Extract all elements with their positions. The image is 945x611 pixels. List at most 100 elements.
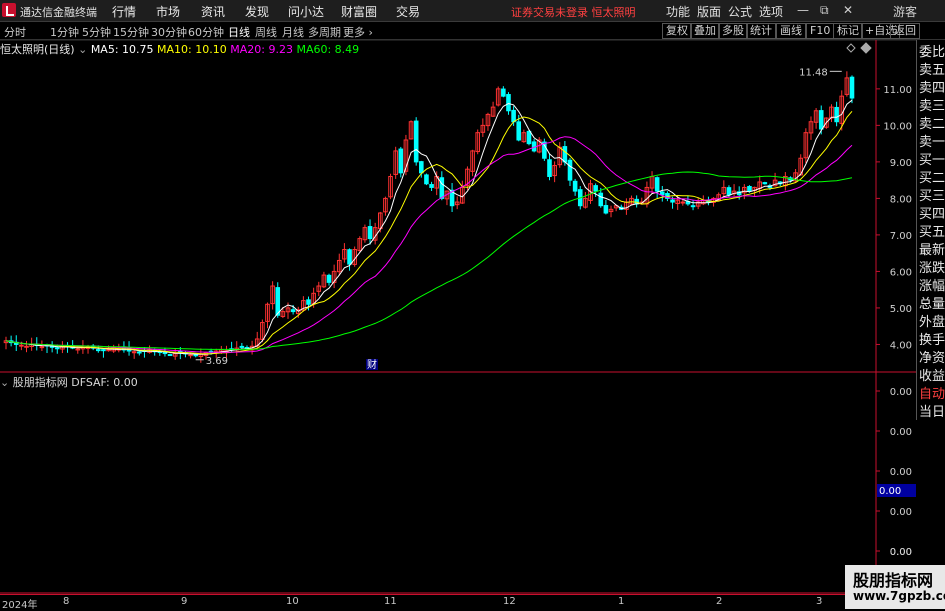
side-sell1[interactable]: 卖一 [919,134,945,152]
watermark-url: www.7gpzb.com [853,589,945,603]
side-buy2[interactable]: 买二 [919,170,945,188]
side-weibi[interactable]: 委比 [919,44,945,62]
side-outer[interactable]: 外盘 [919,314,945,332]
candle-body [429,184,434,188]
side-latest[interactable]: 最新 [919,242,945,260]
candle-body [137,351,142,354]
side-sell4[interactable]: 卖四 [919,80,945,98]
side-buy1[interactable]: 买一 [919,152,945,170]
candle-body [670,199,675,203]
candle-body [439,177,445,199]
candle-body [603,205,609,214]
sub-tick-label: 0.00 [890,387,912,398]
candle-body [424,174,429,185]
side-change-pct[interactable]: 涨幅 [919,278,945,296]
side-volume[interactable]: 总量 [919,296,945,314]
time-label: 2 [716,596,723,607]
candle-body [593,185,598,192]
quote-side-panel: 委比 卖五 卖四 卖三 卖二 卖一 买一 买二 买三 买四 买五 最新 涨跌 涨… [916,40,945,420]
ma10-line [5,110,853,355]
sub-indicator-header: ⌄ 股朋指标网 DFSAF: 0.00 [0,374,138,390]
side-netasset[interactable]: 净资 [919,350,945,368]
time-label: 3 [816,596,823,607]
settings-icon [860,42,872,54]
side-earnings[interactable]: 收益 [919,368,945,386]
ma60-line [5,171,853,350]
candle-body [54,347,60,350]
watermark: 股朋指标网 www.7gpzb.com [845,565,945,609]
candle-body [419,161,424,174]
side-sell5[interactable]: 卖五 [919,62,945,80]
ma5-line [5,99,853,355]
price-tick-label: 4.00 [890,340,912,351]
candle-body [131,351,137,354]
side-sell2[interactable]: 卖二 [919,116,945,134]
candle-body [762,182,768,185]
time-label: 10 [286,596,299,607]
time-label: 9 [181,596,188,607]
candle-body [367,226,373,240]
price-tick-label: 5.00 [890,304,912,315]
low-price-label: 3.69 [206,356,228,367]
candle-body [306,299,311,305]
candle-body [526,130,532,145]
side-buy4[interactable]: 买四 [919,206,945,224]
side-buy3[interactable]: 买三 [919,188,945,206]
candle-body [326,274,332,283]
candle-body [501,88,506,97]
candle-body [239,345,245,348]
candle-body [101,349,106,352]
candle-body [167,354,173,357]
sub-tick-label: 0.00 [890,427,912,438]
candle-body [562,146,568,163]
candle-body [747,185,752,192]
candle-body [95,349,101,352]
side-turnover[interactable]: 换手 [919,332,945,350]
candle-body [818,110,824,130]
candle-body [567,159,573,181]
candle-body [24,345,29,348]
candle-body [547,159,552,177]
price-chart[interactable]: 11.0010.009.008.007.006.005.004.000.000.… [0,0,945,609]
watermark-title: 股朋指标网 [853,571,934,590]
diamond-icon [846,43,856,53]
finance-marker-label: 财 [367,358,377,371]
candle-body [572,180,578,192]
side-sell3[interactable]: 卖三 [919,98,945,116]
sub-dropdown-icon[interactable]: ⌄ [0,376,9,389]
candle-body [506,94,511,112]
candle-body [598,192,604,207]
sub-indicator-name[interactable]: 股朋指标网 [13,376,68,389]
time-label: 8 [63,596,70,607]
candle-body [275,287,281,316]
candle-body [516,121,522,141]
time-label: 11 [384,596,397,607]
candle-body [690,205,696,208]
price-tick-label: 10.00 [883,121,912,132]
time-axis: 2024年 8 9 10 11 12 1 2 3 [0,594,945,611]
price-tick-label: 9.00 [890,158,912,169]
side-change[interactable]: 涨跌 [919,260,945,278]
sub-tick-label: 0.00 [890,547,912,558]
candle-body [511,109,516,123]
side-buy5[interactable]: 买五 [919,224,945,242]
candle-body [19,344,24,347]
candle-body [347,249,352,265]
candle-body [188,354,193,357]
price-tick-label: 6.00 [890,267,912,278]
candle-body [413,120,419,163]
sub-indicator-value: DFSAF: 0.00 [71,376,138,389]
candle-body [834,106,839,123]
sub-tick-label: 0.00 [890,507,912,518]
ma20-line [5,136,853,353]
candle-body [654,177,660,192]
time-label: 1 [618,596,625,607]
price-tick-label: 7.00 [890,231,912,242]
side-today[interactable]: 当日 [919,404,945,422]
candle-body [726,187,732,196]
candle-body [39,346,45,349]
candle-body [680,201,686,204]
candle-body [398,148,404,174]
time-label: 12 [503,596,516,607]
side-auto[interactable]: 自动 [919,386,945,404]
